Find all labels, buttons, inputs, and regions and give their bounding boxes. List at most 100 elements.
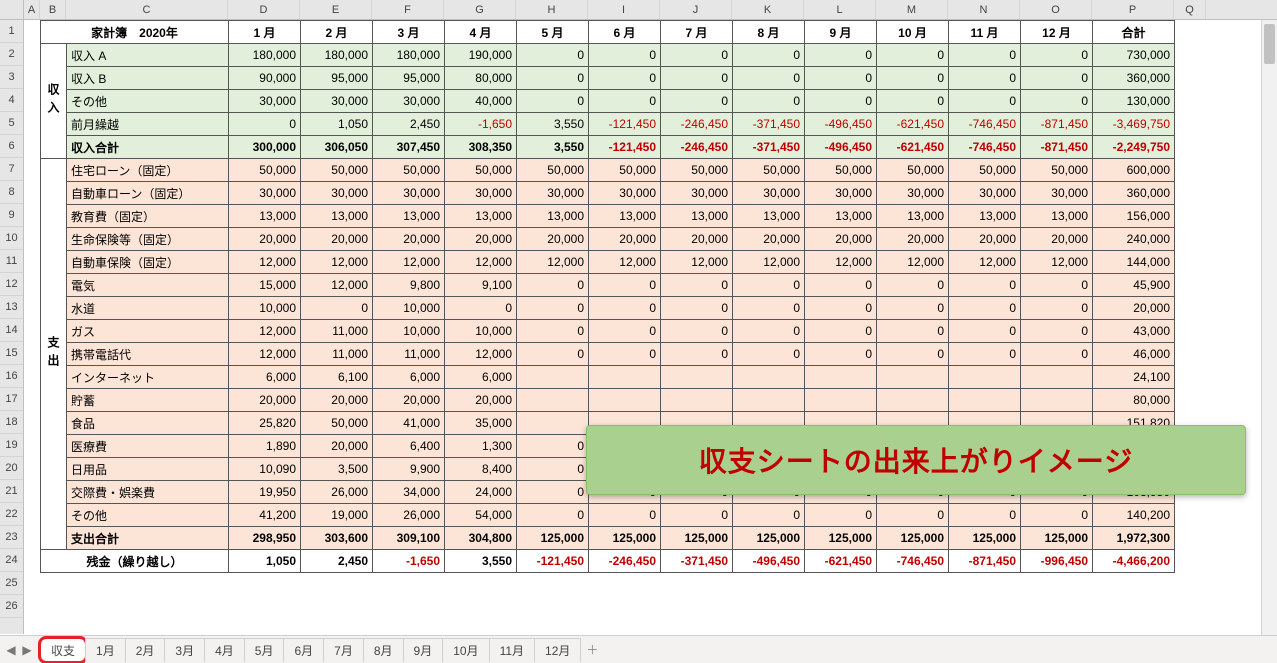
value-cell[interactable]: 0 — [733, 44, 805, 67]
value-cell[interactable]: 12,000 — [229, 251, 301, 274]
row-header[interactable]: 17 — [0, 388, 23, 411]
value-cell[interactable]: 30,000 — [1021, 182, 1093, 205]
value-cell[interactable]: 0 — [517, 504, 589, 527]
column-header[interactable]: H — [516, 0, 588, 19]
value-cell[interactable]: 50,000 — [301, 412, 373, 435]
value-cell[interactable]: 0 — [733, 67, 805, 90]
value-cell[interactable]: 125,000 — [517, 527, 589, 550]
value-cell[interactable]: 0 — [661, 297, 733, 320]
value-cell[interactable]: 125,000 — [1021, 527, 1093, 550]
value-cell[interactable]: 125,000 — [805, 527, 877, 550]
value-cell[interactable]: -246,450 — [661, 113, 733, 136]
month-header[interactable]: 1 月 — [229, 21, 301, 44]
value-cell[interactable]: 9,100 — [445, 274, 517, 297]
value-cell[interactable]: 3,550 — [517, 136, 589, 159]
row-label[interactable]: 電気 — [67, 274, 229, 297]
value-cell[interactable]: 0 — [733, 320, 805, 343]
value-cell[interactable]: 15,000 — [229, 274, 301, 297]
tab-prev-icon[interactable]: ◀ — [4, 643, 18, 657]
value-cell[interactable]: 360,000 — [1093, 182, 1175, 205]
value-cell[interactable]: 0 — [589, 90, 661, 113]
value-cell[interactable]: -496,450 — [805, 136, 877, 159]
value-cell[interactable] — [733, 389, 805, 412]
value-cell[interactable] — [805, 366, 877, 389]
column-header[interactable]: B — [40, 0, 66, 19]
value-cell[interactable] — [1021, 366, 1093, 389]
value-cell[interactable]: -496,450 — [733, 550, 805, 573]
value-cell[interactable]: 20,000 — [949, 228, 1021, 251]
value-cell[interactable]: 95,000 — [373, 67, 445, 90]
value-cell[interactable]: 80,000 — [445, 67, 517, 90]
value-cell[interactable]: 0 — [1021, 90, 1093, 113]
value-cell[interactable]: 26,000 — [301, 481, 373, 504]
value-cell[interactable]: 13,000 — [229, 205, 301, 228]
row-label[interactable]: 住宅ローン（固定） — [67, 159, 229, 182]
column-header[interactable]: J — [660, 0, 732, 19]
value-cell[interactable]: 0 — [733, 343, 805, 366]
row-label[interactable]: 残金（繰り越し） — [41, 550, 229, 573]
value-cell[interactable]: 0 — [589, 297, 661, 320]
value-cell[interactable]: 30,000 — [301, 182, 373, 205]
value-cell[interactable]: 12,000 — [229, 320, 301, 343]
value-cell[interactable]: 130,000 — [1093, 90, 1175, 113]
value-cell[interactable]: -121,450 — [589, 136, 661, 159]
column-header[interactable]: N — [948, 0, 1020, 19]
row-label[interactable]: 支出合計 — [67, 527, 229, 550]
row-header[interactable]: 10 — [0, 227, 23, 250]
value-cell[interactable]: 180,000 — [229, 44, 301, 67]
row-header[interactable]: 23 — [0, 526, 23, 549]
value-cell[interactable]: -371,450 — [733, 113, 805, 136]
row-header[interactable]: 22 — [0, 503, 23, 526]
value-cell[interactable]: 0 — [805, 90, 877, 113]
row-header[interactable]: 6 — [0, 135, 23, 158]
value-cell[interactable]: 20,000 — [661, 228, 733, 251]
value-cell[interactable]: 298,950 — [229, 527, 301, 550]
value-cell[interactable]: 30,000 — [733, 182, 805, 205]
value-cell[interactable]: 13,000 — [373, 205, 445, 228]
sheet-tab[interactable]: 6月 — [283, 638, 324, 662]
row-label[interactable]: 貯蓄 — [67, 389, 229, 412]
value-cell[interactable]: 9,800 — [373, 274, 445, 297]
sheet-tab[interactable]: 5月 — [244, 638, 285, 662]
row-label[interactable]: 収入 B — [67, 67, 229, 90]
row-label[interactable]: 生命保険等（固定） — [67, 228, 229, 251]
value-cell[interactable]: 0 — [661, 90, 733, 113]
value-cell[interactable]: 43,000 — [1093, 320, 1175, 343]
month-header[interactable]: 11 月 — [949, 21, 1021, 44]
row-label[interactable]: 教育費（固定） — [67, 205, 229, 228]
row-label[interactable]: 自動車ローン（固定） — [67, 182, 229, 205]
value-cell[interactable]: 12,000 — [1021, 251, 1093, 274]
value-cell[interactable] — [949, 366, 1021, 389]
value-cell[interactable]: 0 — [517, 90, 589, 113]
value-cell[interactable]: 24,000 — [445, 481, 517, 504]
value-cell[interactable]: -121,450 — [517, 550, 589, 573]
value-cell[interactable] — [517, 412, 589, 435]
value-cell[interactable]: 0 — [877, 343, 949, 366]
value-cell[interactable]: 0 — [517, 458, 589, 481]
value-cell[interactable]: 0 — [1021, 67, 1093, 90]
value-cell[interactable]: 6,000 — [373, 366, 445, 389]
value-cell[interactable]: 20,000 — [589, 228, 661, 251]
value-cell[interactable] — [733, 366, 805, 389]
row-header[interactable]: 15 — [0, 342, 23, 365]
value-cell[interactable]: 303,600 — [301, 527, 373, 550]
value-cell[interactable]: 0 — [805, 297, 877, 320]
value-cell[interactable]: 0 — [1021, 297, 1093, 320]
value-cell[interactable]: 0 — [589, 44, 661, 67]
value-cell[interactable]: 13,000 — [949, 205, 1021, 228]
value-cell[interactable]: 20,000 — [877, 228, 949, 251]
value-cell[interactable]: 304,800 — [445, 527, 517, 550]
row-label[interactable]: 日用品 — [67, 458, 229, 481]
value-cell[interactable]: 307,450 — [373, 136, 445, 159]
month-header[interactable]: 10 月 — [877, 21, 949, 44]
value-cell[interactable]: 20,000 — [229, 389, 301, 412]
value-cell[interactable]: 30,000 — [229, 182, 301, 205]
sheet-tab[interactable]: 11月 — [489, 638, 535, 662]
value-cell[interactable]: 0 — [805, 44, 877, 67]
value-cell[interactable]: 12,000 — [517, 251, 589, 274]
value-cell[interactable]: 20,000 — [1021, 228, 1093, 251]
value-cell[interactable]: -746,450 — [949, 113, 1021, 136]
value-cell[interactable]: 20,000 — [1093, 297, 1175, 320]
value-cell[interactable]: 0 — [445, 297, 517, 320]
column-header[interactable]: P — [1092, 0, 1174, 19]
